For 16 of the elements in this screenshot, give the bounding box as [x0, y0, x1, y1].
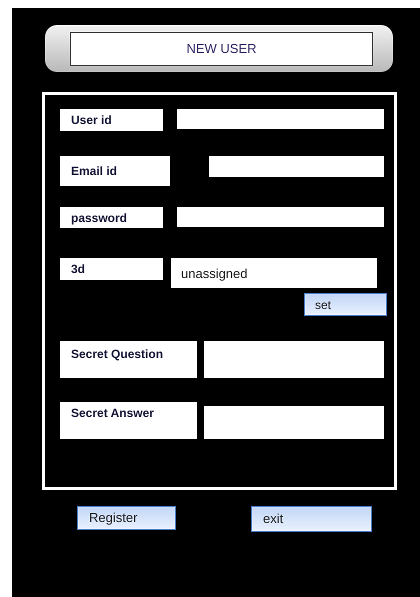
input-field[interactable]: unassigned: [171, 258, 377, 288]
field-label: 3d: [60, 258, 163, 280]
window-title: NEW USER: [70, 32, 373, 66]
field-label: Secret Question: [60, 341, 197, 378]
input-field[interactable]: [177, 207, 384, 227]
field-label: Email id: [60, 156, 170, 186]
input-field[interactable]: [204, 406, 384, 439]
input-field[interactable]: [177, 109, 384, 129]
action-button[interactable]: Register: [77, 506, 176, 530]
action-button[interactable]: exit: [251, 506, 372, 532]
field-label: Secret Answer: [60, 402, 197, 439]
input-field[interactable]: [209, 156, 384, 177]
field-label: password: [60, 207, 163, 228]
input-field[interactable]: [204, 341, 384, 378]
field-label: User id: [60, 109, 163, 131]
set-button[interactable]: set: [304, 293, 387, 316]
